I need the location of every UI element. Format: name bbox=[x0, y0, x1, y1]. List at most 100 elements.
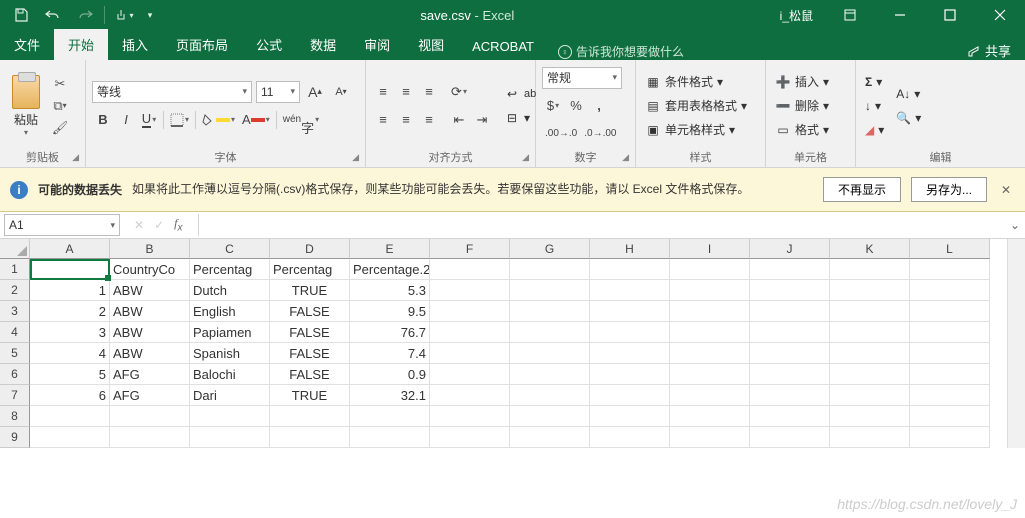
cell[interactable]: Dutch bbox=[190, 280, 270, 301]
cell[interactable] bbox=[510, 427, 590, 448]
format-painter-icon[interactable]: 🖌 bbox=[50, 119, 70, 137]
column-header[interactable]: E bbox=[350, 239, 430, 259]
cell[interactable]: 32.1 bbox=[350, 385, 430, 406]
cell[interactable] bbox=[190, 427, 270, 448]
cell[interactable] bbox=[910, 259, 990, 280]
increase-font-icon[interactable]: A▴ bbox=[304, 81, 326, 103]
row-header[interactable]: 4 bbox=[0, 322, 30, 343]
cell[interactable]: 2 bbox=[30, 301, 110, 322]
dialog-launcher-icon[interactable]: ◢ bbox=[622, 152, 629, 163]
cell[interactable]: Balochi bbox=[190, 364, 270, 385]
cell[interactable] bbox=[830, 364, 910, 385]
cell[interactable]: AFG bbox=[110, 364, 190, 385]
cell[interactable]: Papiamen bbox=[190, 322, 270, 343]
cell[interactable] bbox=[670, 385, 750, 406]
cell[interactable] bbox=[750, 322, 830, 343]
cell[interactable] bbox=[670, 322, 750, 343]
cell[interactable] bbox=[670, 343, 750, 364]
dialog-launcher-icon[interactable]: ◢ bbox=[522, 152, 529, 163]
decrease-font-icon[interactable]: A▾ bbox=[330, 81, 352, 103]
accept-formula-icon[interactable]: ✓ bbox=[154, 218, 164, 232]
select-all-corner[interactable] bbox=[0, 239, 30, 259]
phonetic-button[interactable]: wén字▾ bbox=[280, 109, 322, 131]
cell[interactable] bbox=[670, 280, 750, 301]
cell[interactable]: 3 bbox=[30, 322, 110, 343]
save-as-button[interactable]: 另存为... bbox=[911, 177, 987, 202]
align-top-icon[interactable]: ≡ bbox=[372, 81, 394, 103]
cell[interactable]: FALSE bbox=[270, 322, 350, 343]
cell[interactable] bbox=[590, 322, 670, 343]
increase-indent-icon[interactable]: ⇥ bbox=[471, 109, 493, 131]
cell[interactable] bbox=[510, 259, 590, 280]
autosum-button[interactable]: Σ▾ bbox=[862, 71, 887, 93]
cell[interactable] bbox=[510, 280, 590, 301]
cell[interactable] bbox=[30, 259, 110, 280]
row-header[interactable]: 6 bbox=[0, 364, 30, 385]
cell[interactable]: 76.7 bbox=[350, 322, 430, 343]
cell[interactable]: 0.9 bbox=[350, 364, 430, 385]
row-header[interactable]: 8 bbox=[0, 406, 30, 427]
cell[interactable] bbox=[910, 322, 990, 343]
vertical-scrollbar[interactable] bbox=[1007, 239, 1025, 448]
column-header[interactable]: F bbox=[430, 239, 510, 259]
align-left-icon[interactable]: ≡ bbox=[372, 109, 394, 131]
cell[interactable] bbox=[30, 427, 110, 448]
bold-button[interactable]: B bbox=[92, 109, 114, 131]
cell[interactable]: 6 bbox=[30, 385, 110, 406]
cell[interactable]: English bbox=[190, 301, 270, 322]
cell[interactable] bbox=[510, 322, 590, 343]
cell[interactable] bbox=[430, 301, 510, 322]
cell[interactable]: ABW bbox=[110, 322, 190, 343]
cell[interactable] bbox=[430, 322, 510, 343]
cell[interactable] bbox=[590, 259, 670, 280]
cell[interactable] bbox=[430, 259, 510, 280]
column-header[interactable]: A bbox=[30, 239, 110, 259]
underline-button[interactable]: U▾ bbox=[138, 109, 160, 131]
qat-customize-icon[interactable]: ▾ bbox=[141, 1, 159, 29]
cell[interactable]: ABW bbox=[110, 280, 190, 301]
tab-formulas[interactable]: 公式 bbox=[242, 29, 296, 60]
undo-icon[interactable] bbox=[38, 1, 68, 29]
cell[interactable]: AFG bbox=[110, 385, 190, 406]
tab-acrobat[interactable]: ACROBAT bbox=[458, 33, 548, 60]
format-cells-button[interactable]: ▭格式▾ bbox=[772, 119, 849, 141]
cell[interactable]: ABW bbox=[110, 343, 190, 364]
format-as-table-button[interactable]: ▤套用表格格式▾ bbox=[642, 95, 759, 117]
fill-color-button[interactable]: ▾ bbox=[199, 109, 238, 131]
cell[interactable] bbox=[590, 427, 670, 448]
column-header[interactable]: J bbox=[750, 239, 830, 259]
column-header[interactable]: B bbox=[110, 239, 190, 259]
cell[interactable]: 1 bbox=[30, 280, 110, 301]
cell[interactable] bbox=[590, 343, 670, 364]
cell[interactable] bbox=[910, 343, 990, 364]
cell[interactable]: Percentag bbox=[190, 259, 270, 280]
cell[interactable] bbox=[910, 301, 990, 322]
increase-decimal-icon[interactable]: .00→.0 bbox=[542, 123, 580, 145]
cell[interactable] bbox=[590, 364, 670, 385]
font-size-combo[interactable]: 11▾ bbox=[256, 81, 300, 103]
merge-center-button[interactable]: ⊟▾ bbox=[501, 107, 539, 129]
row-header[interactable]: 2 bbox=[0, 280, 30, 301]
save-icon[interactable] bbox=[6, 1, 36, 29]
align-middle-icon[interactable]: ≡ bbox=[395, 81, 417, 103]
cell[interactable] bbox=[670, 427, 750, 448]
tell-me[interactable]: ♀告诉我你想要做什么 bbox=[548, 43, 694, 60]
cell[interactable] bbox=[590, 280, 670, 301]
cell[interactable] bbox=[670, 406, 750, 427]
cell[interactable] bbox=[830, 259, 910, 280]
orientation-icon[interactable]: ⟳▾ bbox=[448, 81, 470, 103]
cell[interactable] bbox=[110, 406, 190, 427]
cell[interactable] bbox=[510, 406, 590, 427]
cut-icon[interactable]: ✂ bbox=[50, 75, 70, 93]
wrap-text-button[interactable]: ↩ab bbox=[501, 83, 539, 105]
share-button[interactable]: 共享 bbox=[953, 41, 1025, 60]
cell[interactable] bbox=[430, 280, 510, 301]
tab-insert[interactable]: 插入 bbox=[108, 29, 162, 60]
formula-input[interactable] bbox=[198, 214, 1005, 236]
comma-button[interactable]: , bbox=[588, 95, 610, 117]
cell[interactable] bbox=[190, 406, 270, 427]
decrease-indent-icon[interactable]: ⇤ bbox=[448, 109, 470, 131]
cell[interactable] bbox=[670, 301, 750, 322]
tab-view[interactable]: 视图 bbox=[404, 29, 458, 60]
cell[interactable] bbox=[910, 385, 990, 406]
